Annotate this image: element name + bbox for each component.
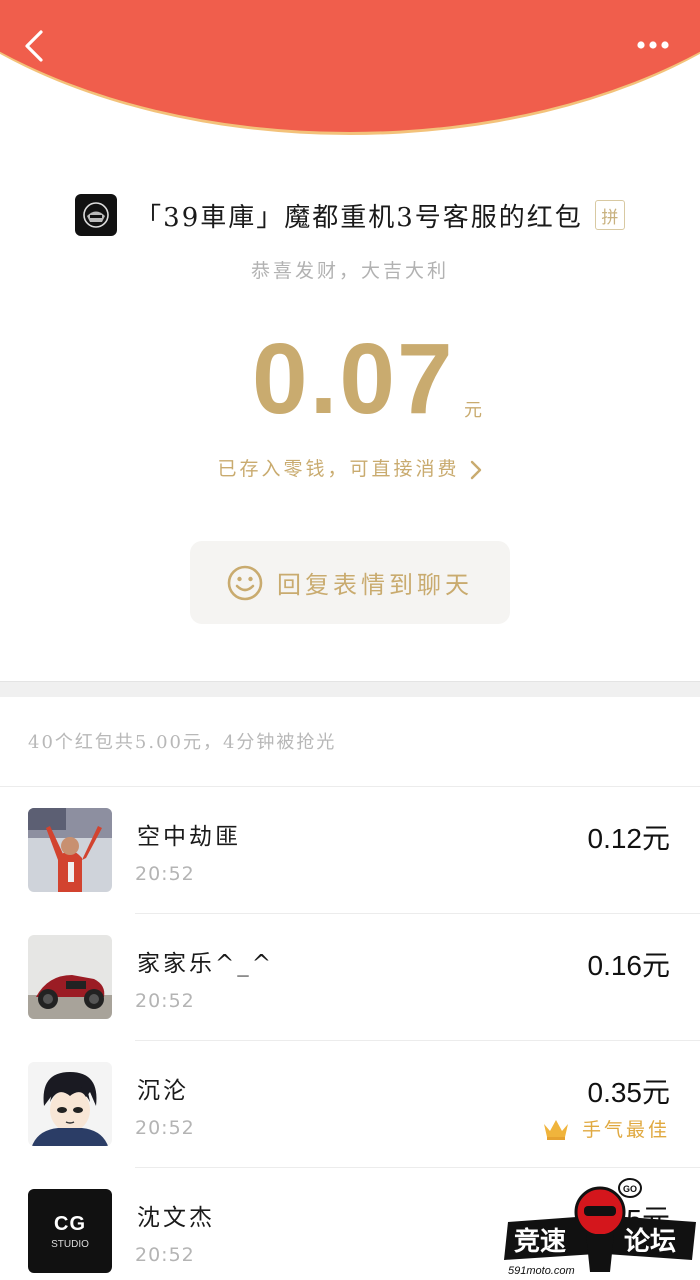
avatar[interactable]: [28, 935, 112, 1019]
watermark-brand-right: 论坛: [624, 1227, 676, 1257]
sender-avatar[interactable]: [75, 194, 118, 236]
recipient-row[interactable]: 家家乐^_^ 20:52 0.16元: [0, 914, 700, 1041]
recipient-time: 20:52: [135, 863, 195, 885]
recipient-amount: 0.16元: [587, 950, 671, 981]
red-packet-detail-screen: 「39車庫」魔都重机3号客服的红包 拼 恭喜发财，大吉大利 0.07 元 已存入…: [0, 0, 700, 1280]
recipient-name: 空中劫匪: [137, 824, 241, 850]
smile-icon: [227, 565, 263, 600]
avatar-logo-sub: STUDIO: [51, 1239, 89, 1250]
amount-row: 0.07 元: [0, 322, 700, 442]
watermark-url: 591moto.com: [508, 1265, 575, 1277]
reply-sticker-label: 回复表情到聊天: [277, 571, 473, 599]
best-luck-badge: 手气最佳: [542, 1115, 670, 1142]
recipient-amount: 0.35元: [587, 1077, 671, 1108]
saved-to-balance-link[interactable]: 已存入零钱，可直接消费: [0, 454, 700, 481]
saved-text: 已存入零钱，可直接消费: [217, 458, 460, 480]
more-button[interactable]: [628, 30, 678, 60]
crown-icon: [543, 1119, 568, 1140]
avatar[interactable]: [28, 1062, 112, 1146]
sender-name: 「39車庫」魔都重机3号客服的红包: [135, 202, 583, 233]
reply-sticker-button[interactable]: 回复表情到聊天: [190, 541, 510, 624]
recipient-row[interactable]: 沉沦 20:52 0.35元 手气最佳: [0, 1041, 700, 1168]
avatar[interactable]: [28, 808, 112, 892]
recipient-name: 沈文杰: [137, 1205, 215, 1231]
sender-row: 「39車庫」魔都重机3号客服的红包 拼: [0, 192, 700, 238]
avatar-logo-text: CG: [54, 1213, 86, 1235]
more-dots-icon: [637, 41, 669, 49]
recipient-name: 沉沦: [137, 1078, 189, 1104]
received-amount: 0.07: [252, 323, 455, 435]
back-button[interactable]: [14, 26, 54, 66]
section-divider: [0, 681, 700, 697]
recipient-time: 20:52: [135, 1244, 195, 1266]
recipient-amount: 0.12元: [587, 823, 671, 854]
header-red-arc: [0, 0, 700, 135]
chevron-left-icon: [25, 30, 43, 62]
watermark-brand-left: 竞速: [514, 1226, 566, 1257]
amount-unit: 元: [464, 400, 482, 421]
recipient-time: 20:52: [135, 990, 195, 1012]
packet-summary: 40个红包共5.00元，4分钟被抢光: [28, 732, 337, 753]
recipient-name: 家家乐^_^: [137, 951, 275, 977]
recipient-row[interactable]: 空中劫匪 20:52 0.12元: [0, 787, 700, 914]
best-luck-label: 手气最佳: [581, 1119, 670, 1141]
forum-watermark-logo: 竞速 论坛 591moto.com GO: [500, 1176, 700, 1280]
greeting-text: 恭喜发财，大吉大利: [250, 260, 449, 282]
pin-badge: 拼: [594, 200, 625, 230]
avatar[interactable]: CG STUDIO: [28, 1189, 112, 1273]
watermark-bubble: GO: [623, 1184, 637, 1194]
recipient-time: 20:52: [135, 1117, 195, 1139]
chevron-right-icon: [470, 460, 481, 480]
helmet-logo-icon: [83, 202, 109, 228]
